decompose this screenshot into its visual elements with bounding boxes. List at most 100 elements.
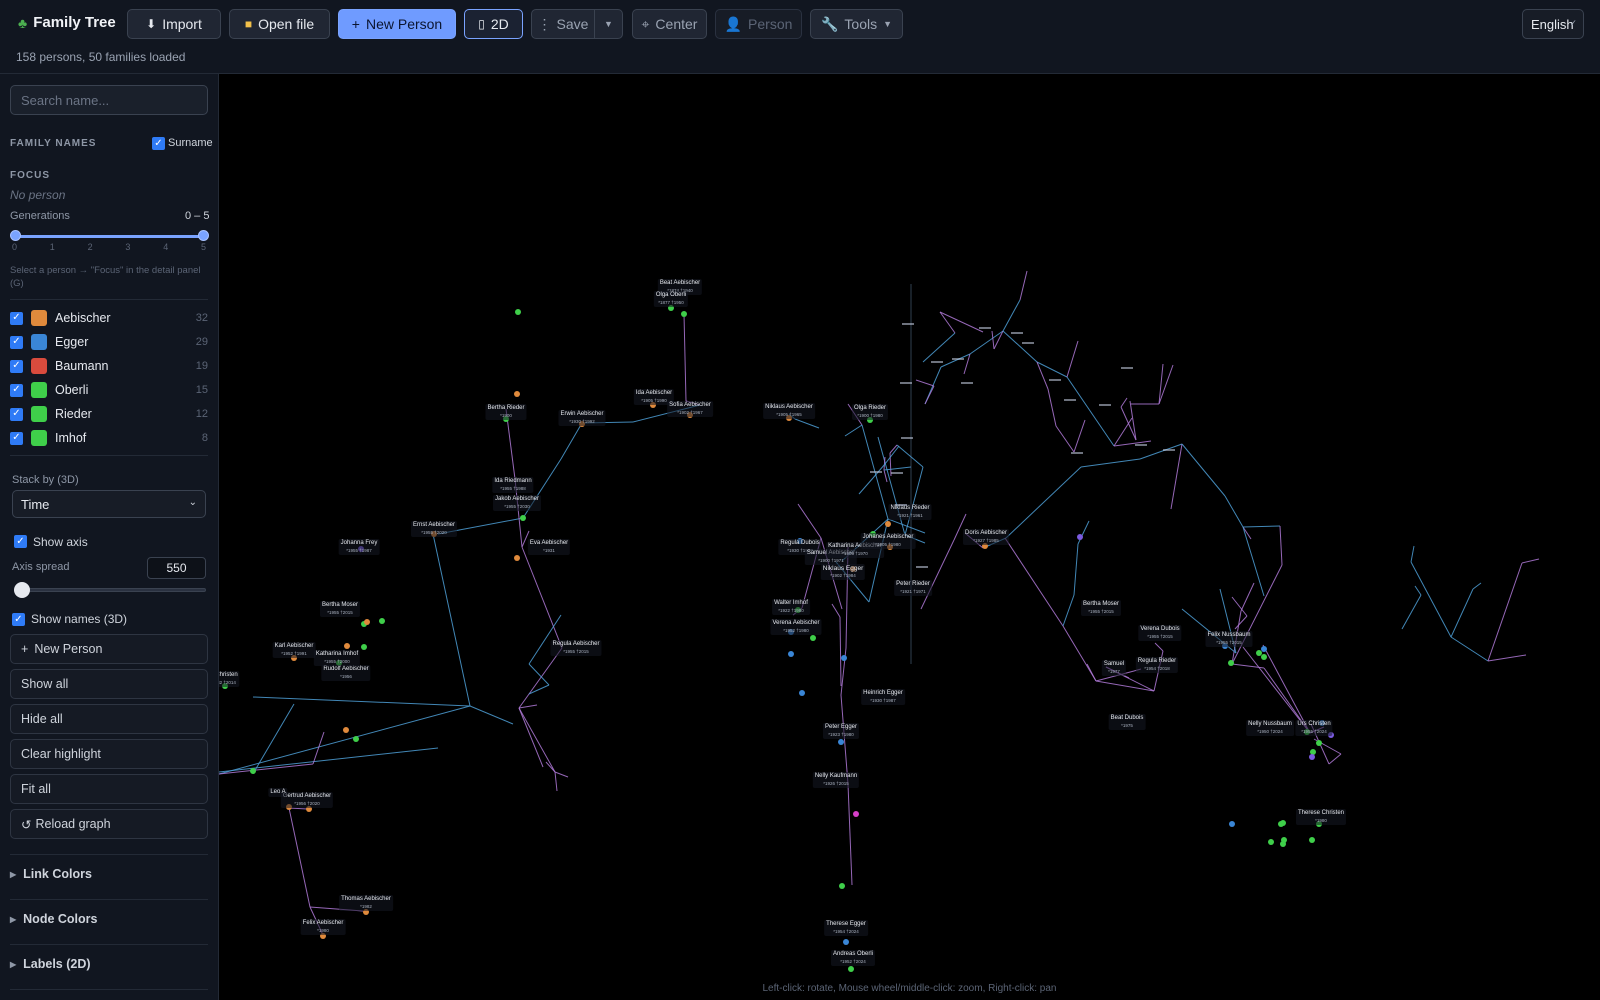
collapsed-person-label[interactable] [1135,444,1147,446]
person-node[interactable] [353,736,359,742]
person-label[interactable]: Niklaus Aebischer *1905 †1965 [763,403,815,419]
family-checkbox[interactable]: ✓ [10,431,23,445]
collapsed-person-label[interactable] [1163,449,1175,451]
person-label[interactable]: Johanes Aebischer *1905 †1980 [860,533,916,549]
person-node[interactable] [1280,841,1286,847]
hide-all-button[interactable]: Hide all [10,704,208,734]
person-node[interactable] [343,727,349,733]
person-node[interactable] [838,739,844,745]
fit-all-button[interactable]: Fit all [10,774,208,804]
collapsed-person-label[interactable] [1022,342,1034,344]
family-checkbox[interactable]: ✓ [10,407,23,421]
person-node[interactable] [344,643,350,649]
person-node[interactable] [520,515,526,521]
new-person-button[interactable]: + New Person [338,9,456,39]
person-label[interactable]: Heinrich Egger *1930 †1987 [861,689,905,705]
collapsed-person-label[interactable] [1099,404,1111,406]
family-row[interactable]: ✓ Egger 29 [10,332,208,352]
person-label[interactable]: Peter Rieder *1921 †1971 [894,580,932,596]
import-button[interactable]: ⬇ Import [127,9,221,39]
person-label[interactable]: Gertrud Aebischer *1956 †2020 [280,792,334,808]
person-label[interactable]: Urs Christen *1955 †2024 [1295,720,1333,736]
surname-checkbox[interactable]: ✓ [152,137,165,150]
collapsed-person-label[interactable] [916,566,928,568]
person-label[interactable]: Jakob Aebischer *1955 †2030 [492,495,542,511]
person-label[interactable]: Felix Aebischer *1980 [300,919,346,935]
node-colors-section[interactable]: ▶ Node Colors [10,912,97,926]
collapsed-person-label[interactable] [1121,367,1133,369]
person-label[interactable]: Olga Oberli *1877 †1950 [653,291,689,307]
family-row[interactable]: ✓ Imhof 8 [10,428,208,448]
person-label[interactable]: Rudolf Aebischer *1956 [321,665,371,681]
graph-canvas[interactable]: Beat Aebischer*1874 †1940Olga Oberli*187… [219,74,1600,1000]
sidebar-new-person-button[interactable]: + New Person [10,634,208,664]
person-label[interactable]: Regula Aebischer *1955 †2015 [550,640,602,656]
person-label[interactable]: Erwin Aebischer *1930 †1992 [558,410,606,426]
person-label[interactable]: Nelly Nussbaum *1950 †2024 [1246,720,1294,736]
person-node[interactable] [788,651,794,657]
person-label[interactable]: Verena Dubois *1955 †2015 [1138,625,1182,641]
family-checkbox[interactable]: ✓ [10,359,23,373]
person-label[interactable]: Bertha Rieder *1900 [485,404,527,420]
collapsed-person-label[interactable] [900,382,912,384]
language-select[interactable]: English ✓ [1522,9,1584,39]
person-label[interactable]: Eva Aebischer *1931 [527,539,571,555]
family-checkbox[interactable]: ✓ [10,311,23,325]
person-node[interactable] [681,311,687,317]
person-label[interactable]: Nelly Kaufmann *1926 †2015 [812,772,860,788]
family-checkbox[interactable]: ✓ [10,335,23,349]
collapsed-person-label[interactable] [1071,452,1083,454]
person-label[interactable]: Ernst Aebischer *1955 †2020 [410,521,458,537]
family-row[interactable]: ✓ Aebischer 32 [10,308,208,328]
person-label[interactable]: Katharina Imhof *1955 †2000 [313,650,361,666]
person-node[interactable] [1278,821,1284,827]
person-label[interactable]: Verena Aebischer *1952 †1980 [770,619,822,635]
person-node[interactable] [364,619,370,625]
person-label[interactable]: Felix Nussbaum *1955 †2015 [1205,631,1253,647]
person-label[interactable]: Ida Riedmann *1955 †1988 [492,477,534,493]
collapsed-person-label[interactable] [895,504,907,506]
person-label[interactable]: a Christen 1982 †2014 [219,671,240,687]
person-node[interactable] [848,966,854,972]
stack-by-select[interactable]: Time ⌄ [12,490,206,518]
person-label[interactable]: Beat Dubois *1975 [1108,714,1146,730]
person-label[interactable]: Karl Aebischer *1952 †1991 [272,642,316,658]
person-label[interactable]: Walter Imhof *1922 †1980 [772,599,810,615]
clear-highlight-button[interactable]: Clear highlight [10,739,208,769]
labels-2d-section[interactable]: ▶ Labels (2D) [10,957,91,971]
person-button[interactable]: 👤 Person [715,9,802,39]
person-node[interactable] [515,309,521,315]
person-label[interactable]: Niklaus Rieder *1921 †1961 [888,504,932,520]
collapsed-person-label[interactable] [1064,399,1076,401]
person-node[interactable] [841,655,847,661]
collapsed-person-label[interactable] [952,358,964,360]
person-node[interactable] [853,811,859,817]
family-checkbox[interactable]: ✓ [10,383,23,397]
collapsed-person-label[interactable] [902,323,914,325]
family-row[interactable]: ✓ Oberli 15 [10,380,208,400]
open-file-button[interactable]: ■ Open file [229,9,330,39]
family-row[interactable]: ✓ Baumann 19 [10,356,208,376]
axis-spread-input[interactable]: 550 [147,557,206,579]
collapsed-person-label[interactable] [961,382,973,384]
collapsed-person-label[interactable] [931,361,943,363]
person-label[interactable]: Thomas Aebischer *1982 [339,895,393,911]
person-node[interactable] [1309,837,1315,843]
person-node[interactable] [514,391,520,397]
person-label[interactable]: Therese Egger *1954 †2024 [824,920,868,936]
person-node[interactable] [1268,839,1274,845]
person-label[interactable]: Peter Egger *1923 †1980 [822,723,860,739]
person-node[interactable] [1309,754,1315,760]
person-node[interactable] [1316,740,1322,746]
generations-min-knob[interactable] [10,230,21,241]
center-button[interactable]: ⌖ Center [632,9,707,39]
save-dropdown-button[interactable]: ▼ [595,10,622,38]
person-label[interactable]: Leo A [268,788,288,797]
collapsed-person-label[interactable] [901,437,913,439]
person-node[interactable] [1261,646,1267,652]
collapsed-person-label[interactable] [979,327,991,329]
save-button[interactable]: ⋮ Save [532,10,595,38]
person-label[interactable]: Bertha Moser *1955 †2015 [1080,600,1122,616]
person-node[interactable] [799,690,805,696]
person-node[interactable] [1310,749,1316,755]
